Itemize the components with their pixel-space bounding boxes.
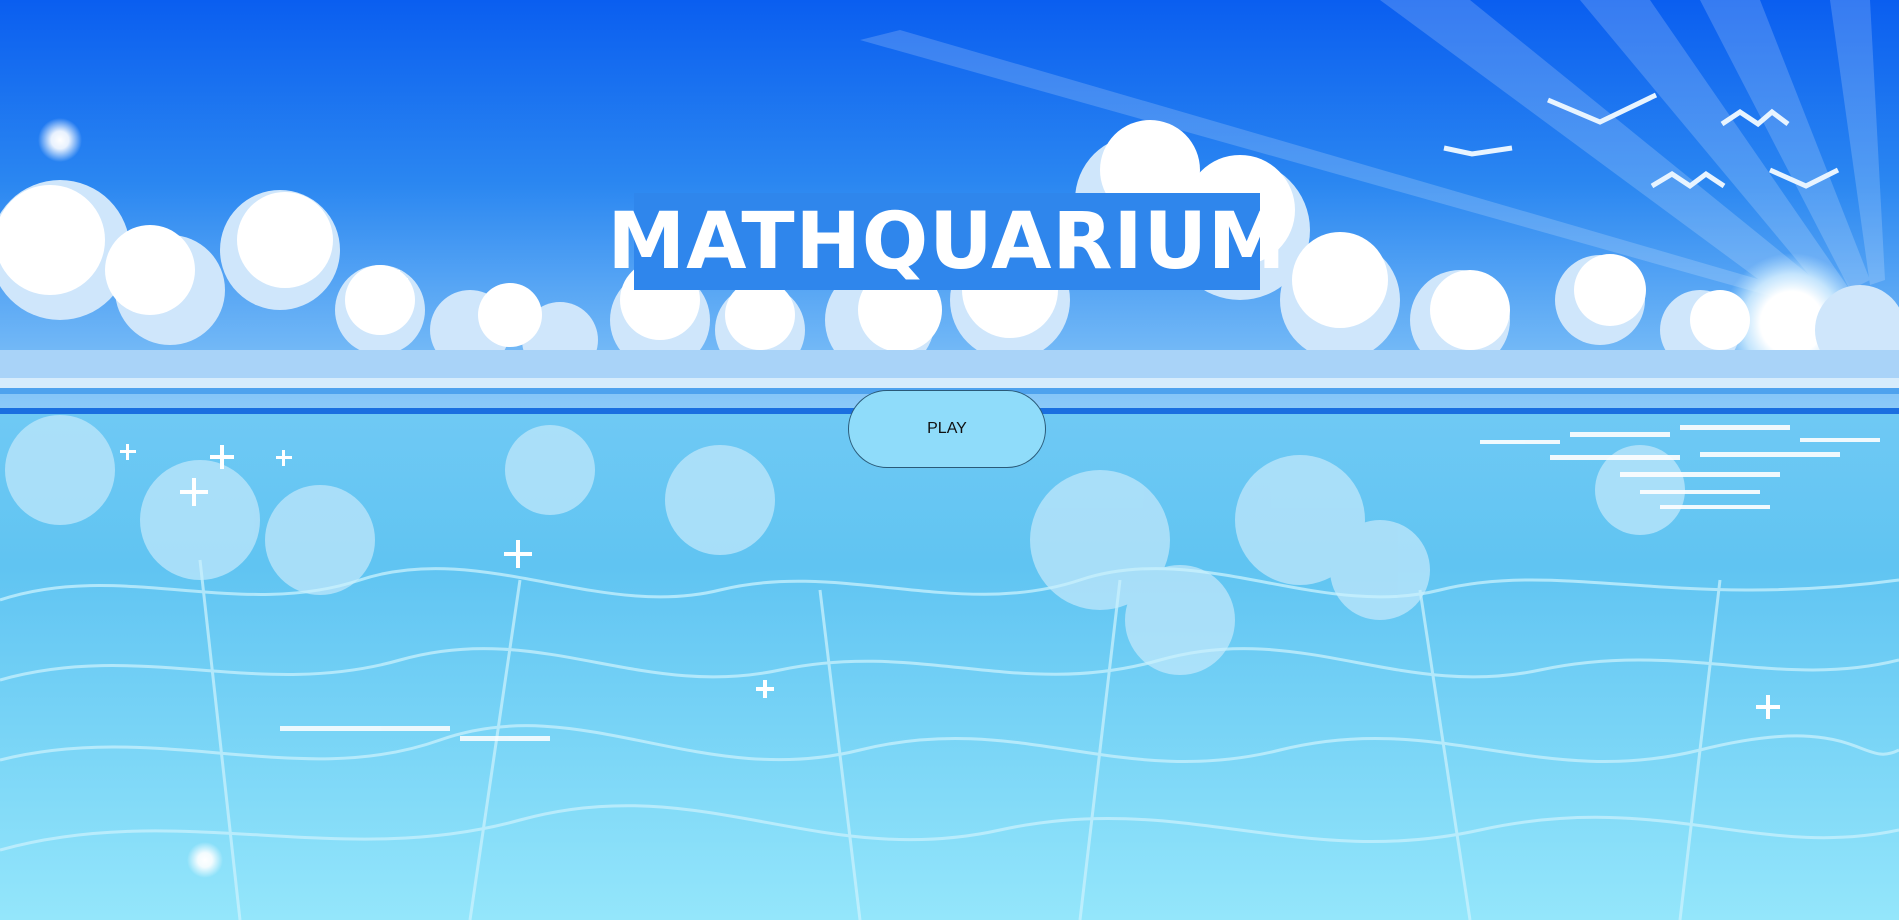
title-banner: MATHQUARIUM <box>607 193 1286 290</box>
game-screen: MATHQUARIUM PLAY <box>0 0 1899 920</box>
sparkle-icon <box>38 118 82 162</box>
play-button[interactable]: PLAY <box>848 390 1046 468</box>
game-title: MATHQUARIUM <box>607 196 1287 287</box>
sparkle-icon <box>187 842 223 878</box>
